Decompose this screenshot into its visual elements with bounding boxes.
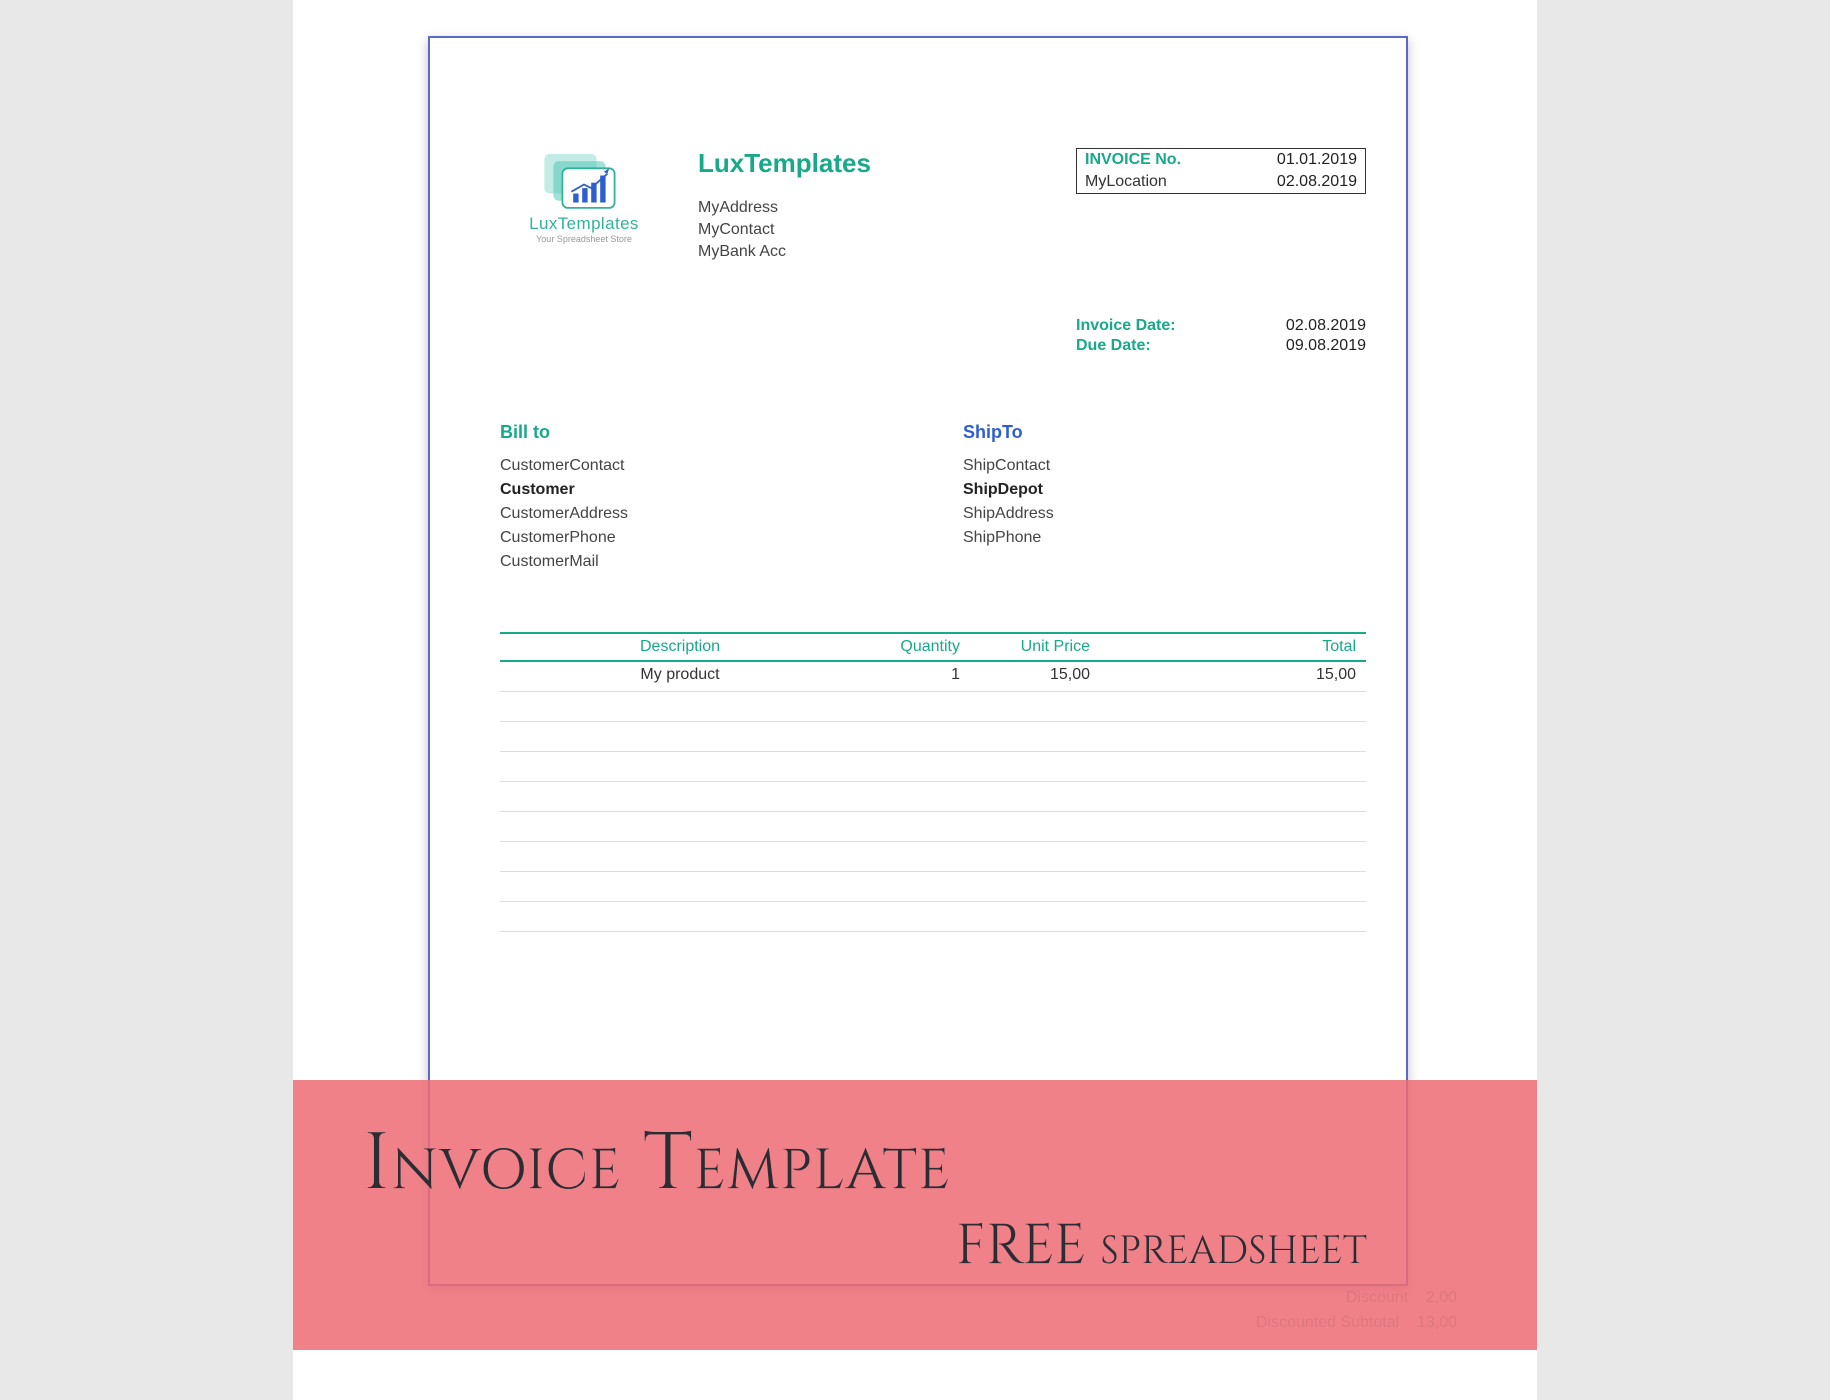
logo-tagline: Your Spreadsheet Store <box>536 234 632 244</box>
table-row <box>500 692 1366 722</box>
banner-title: Invoice Template <box>363 1110 1537 1218</box>
bill-to-mail: CustomerMail <box>500 553 903 571</box>
col-description: Description <box>500 634 870 660</box>
location-label: MyLocation <box>1085 173 1167 191</box>
promo-banner: Invoice Template FREE spreadsheet Discou… <box>293 1080 1537 1350</box>
ship-to-phone: ShipPhone <box>963 529 1366 547</box>
table-row <box>500 782 1366 812</box>
items-table: Description Quantity Unit Price Total My… <box>500 632 1366 932</box>
company-block: LuxTemplates MyAddress MyContact MyBank … <box>698 148 1046 265</box>
company-contact: MyContact <box>698 221 1046 239</box>
table-row <box>500 872 1366 902</box>
ship-to-address: ShipAddress <box>963 505 1366 523</box>
invoice-date-value: 02.08.2019 <box>1286 317 1366 335</box>
bill-to-name: Customer <box>500 481 903 499</box>
table-row <box>500 752 1366 782</box>
cell-unit-price: 15,00 <box>970 662 1100 691</box>
col-unit-price: Unit Price <box>970 634 1100 660</box>
company-name: LuxTemplates <box>698 148 1046 179</box>
logo-text: LuxTemplates <box>529 214 639 234</box>
bill-to-heading: Bill to <box>500 422 903 443</box>
logo-icon <box>539 148 629 212</box>
invoice-date-label: Invoice Date: <box>1076 317 1176 335</box>
items-header: Description Quantity Unit Price Total <box>500 632 1366 662</box>
ship-to-block: ShipTo ShipContact ShipDepot ShipAddress… <box>963 422 1366 577</box>
table-row <box>500 902 1366 932</box>
ship-to-name: ShipDepot <box>963 481 1366 499</box>
invoice-number-box: INVOICE No. 01.01.2019 MyLocation 02.08.… <box>1076 148 1366 194</box>
table-row: My product115,0015,00 <box>500 662 1366 692</box>
parties-row: Bill to CustomerContact Customer Custome… <box>500 422 1366 577</box>
ship-to-heading: ShipTo <box>963 422 1366 443</box>
bill-to-phone: CustomerPhone <box>500 529 903 547</box>
cell-total: 15,00 <box>1100 662 1366 691</box>
col-total: Total <box>1100 634 1366 660</box>
ghost-totals: Discount 2,00 Discounted Subtotal 13,00 <box>1256 1285 1457 1336</box>
cell-quantity: 1 <box>870 662 970 691</box>
items-body: My product115,0015,00 <box>500 662 1366 932</box>
page: LuxTemplates Your Spreadsheet Store LuxT… <box>293 0 1537 1400</box>
invoice-no-value: 01.01.2019 <box>1277 151 1357 169</box>
dates-block: Invoice Date: 02.08.2019 Due Date: 09.08… <box>500 315 1366 357</box>
table-row <box>500 722 1366 752</box>
cell-description: My product <box>500 662 870 691</box>
company-logo: LuxTemplates Your Spreadsheet Store <box>500 148 668 244</box>
ship-to-contact: ShipContact <box>963 457 1366 475</box>
header-row: LuxTemplates Your Spreadsheet Store LuxT… <box>500 148 1366 265</box>
location-value: 02.08.2019 <box>1277 173 1357 191</box>
banner-subtitle: FREE spreadsheet <box>363 1208 1537 1284</box>
invoice-no-label: INVOICE No. <box>1085 151 1181 169</box>
col-quantity: Quantity <box>870 634 970 660</box>
table-row <box>500 842 1366 872</box>
bill-to-block: Bill to CustomerContact Customer Custome… <box>500 422 903 577</box>
company-bank: MyBank Acc <box>698 243 1046 261</box>
bill-to-contact: CustomerContact <box>500 457 903 475</box>
company-address: MyAddress <box>698 199 1046 217</box>
bill-to-address: CustomerAddress <box>500 505 903 523</box>
due-date-value: 09.08.2019 <box>1286 337 1366 355</box>
table-row <box>500 812 1366 842</box>
due-date-label: Due Date: <box>1076 337 1151 355</box>
